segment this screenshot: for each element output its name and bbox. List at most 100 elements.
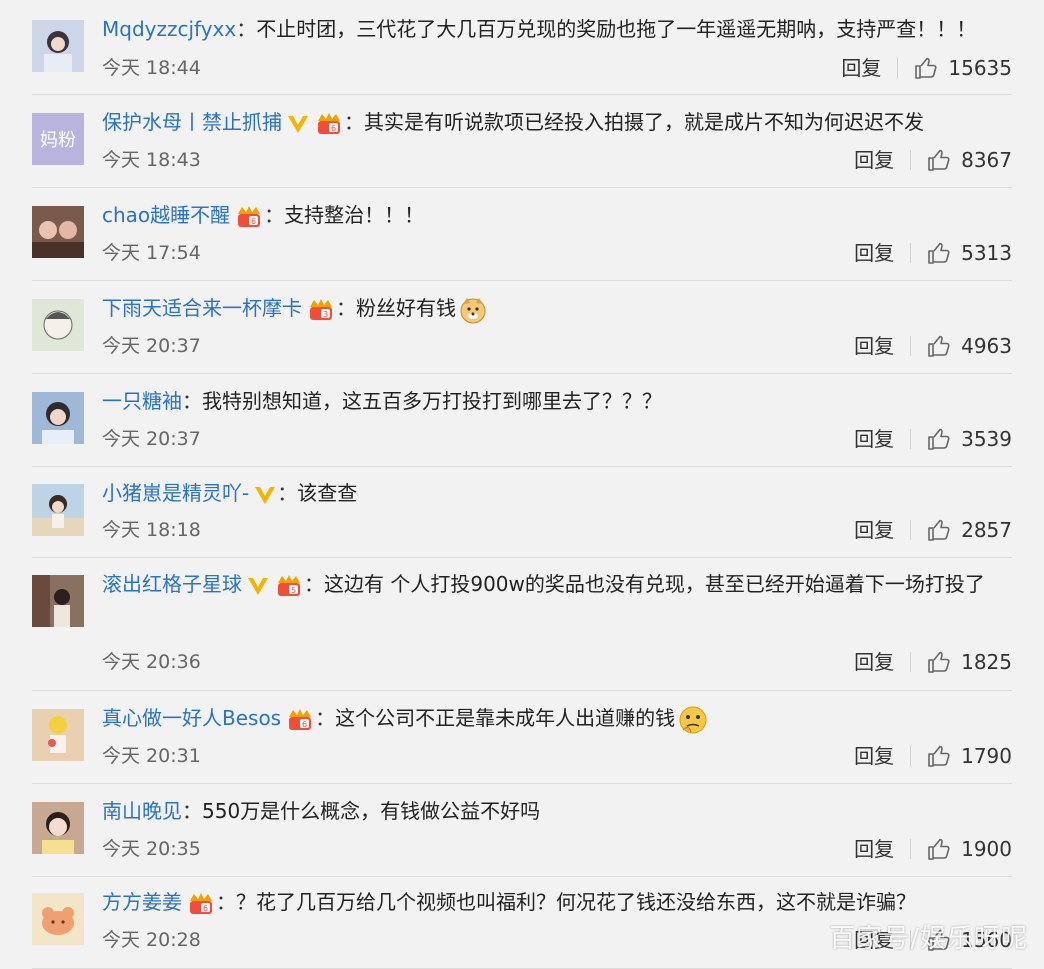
reply-button[interactable]: 回复 [854,424,894,454]
thumbs-up-icon [928,242,950,264]
comment-username[interactable]: 真心做一好人Besos [102,706,281,730]
divider [910,150,912,170]
comment-line: 南山晚见：550万是什么概念，有钱做公益不好吗 [102,799,541,823]
reply-button[interactable]: 回复 [841,53,881,83]
comment-line: 小猪崽是精灵吖- ：该查查 [102,481,358,506]
divider [910,746,912,766]
comment-username[interactable]: 一只糖袖 [102,389,182,413]
comment-meta: 今天 17:54 回复 5313 [102,238,1012,268]
like-button[interactable]: 1825 [927,647,1012,677]
reply-button[interactable]: 回复 [854,145,894,175]
comment-line: Mqdyzzcjfyxx：不止时团，三代花了大几百万兑现的奖励也拖了一年遥遥无期… [102,17,977,41]
thumbs-up-icon [928,838,950,860]
comment-item: Mqdyzzcjfyxx：不止时团，三代花了大几百万兑现的奖励也拖了一年遥遥无期… [32,0,1012,95]
comment-meta: 今天 20:37 回复 4963 [102,331,1012,361]
svg-text:5: 5 [291,586,296,595]
comment-username[interactable]: 小猪崽是精灵吖- [102,481,249,505]
comment-username[interactable]: Mqdyzzcjfyxx [102,17,236,41]
comment-line: chao越睡不醒 6 ：支持整治！！！ [102,196,1012,234]
avatar[interactable] [32,575,84,627]
comment-text: 其实是有听说款项已经投入拍摄了，就是成片不知为何迟迟不发 [364,110,924,134]
comment-meta: 今天 20:35 回复 1900 [102,834,1012,864]
reply-button[interactable]: 回复 [854,238,894,268]
svg-text:妈粉: 妈粉 [40,130,76,151]
thumbs-up-icon [928,428,950,450]
comment-time: 今天 18:43 [102,149,201,171]
like-button[interactable]: 8367 [927,145,1012,175]
comment-item: 妈粉 保护水母丨禁止抓捕 6 ：其实是有听说款项已经投入拍摄了，就是成片不知为何迟迟… [32,95,1012,188]
comment-text: 粉丝好有钱 [356,296,456,320]
svg-text:6: 6 [302,720,307,729]
comment-username[interactable]: 南山晚见 [102,799,182,823]
like-count: 2857 [961,518,1012,542]
avatar[interactable] [32,484,84,536]
avatar[interactable] [32,893,84,945]
comment-username[interactable]: 下雨天适合来一杯摩卡 [102,296,302,320]
comment-username[interactable]: 滚出红格子星球 [102,572,242,596]
thumbs-up-icon [928,149,950,171]
comment-time: 今天 18:18 [102,519,201,541]
divider [897,58,899,78]
comment-time: 今天 20:28 [102,929,201,951]
comment-username[interactable]: 方方姜姜 [102,890,182,914]
divider [910,839,912,859]
divider [910,520,912,540]
comment-meta: 今天 18:18 回复 2857 [102,515,1012,545]
divider [910,652,912,672]
like-button[interactable]: 3539 [927,424,1012,454]
thumbs-up-icon [928,651,950,673]
like-button[interactable]: 1790 [927,741,1012,771]
like-button[interactable]: 2857 [927,515,1012,545]
thumbs-up-icon [928,335,950,357]
comment-line: 保护水母丨禁止抓捕 6 ：其实是有听说款项已经投入拍摄了，就是成片不知为何迟迟不发 [102,103,1012,141]
verified-v-icon [253,484,277,506]
divider [910,336,912,356]
thumbs-up-icon [915,57,937,79]
thumbs-up-icon [928,519,950,541]
comment-meta: 今天 20:37 回复 3539 [102,424,1012,454]
fan-level-badge-icon: 6 [285,707,315,733]
avatar[interactable] [32,709,84,761]
reply-button[interactable]: 回复 [854,515,894,545]
avatar[interactable] [32,20,84,72]
comment-item: 滚出红格子星球 5 ：这边有 个人打投900w的奖品也没有兑现，甚至已经开始逼着下一… [32,558,1012,691]
like-button[interactable]: 15635 [914,53,1012,83]
reply-button[interactable]: 回复 [854,331,894,361]
comment-item: 下雨天适合来一杯摩卡 3 ：粉丝好有钱 今天 20:37 回复 4963 [32,281,1012,374]
avatar[interactable] [32,206,84,258]
comment-time: 今天 18:44 [102,57,201,79]
fan-level-badge-icon: 5 [274,573,304,599]
comment-text: 这个公司不正是靠未成年人出道赚的钱 [335,706,676,730]
svg-text:6: 6 [203,904,208,913]
comment-text: 支持整治！！！ [284,203,425,227]
reply-button[interactable]: 回复 [854,647,894,677]
like-button[interactable]: 1900 [927,834,1012,864]
svg-text:3: 3 [323,310,328,319]
comment-meta: 今天 18:43 回复 8367 [102,145,1012,175]
comment-text: ？花了几百万给几个视频也叫福利？何况花了钱还没给东西，这不就是诈骗？ [236,890,916,914]
doge-emoji-icon [458,295,488,325]
comment-text: 550万是什么概念，有钱做公益不好吗 [202,799,541,823]
comment-text: 不止时团，三代花了大几百万兑现的奖励也拖了一年遥遥无期呐，支持严查！！！ [256,17,977,41]
avatar[interactable] [32,802,84,854]
avatar[interactable] [32,299,84,351]
like-button[interactable]: 5313 [927,238,1012,268]
comment-time: 今天 20:31 [102,745,201,767]
reply-button[interactable]: 回复 [854,741,894,771]
reply-button[interactable]: 回复 [854,834,894,864]
comment-line: 下雨天适合来一杯摩卡 3 ：粉丝好有钱 [102,289,1012,327]
avatar[interactable]: 妈粉 [32,113,84,165]
like-count: 15635 [948,56,1012,80]
comment-line: 方方姜姜 6 ：？花了几百万给几个视频也叫福利？何况花了钱还没给东西，这不就是诈骗？ [102,883,1012,921]
comment-username[interactable]: 保护水母丨禁止抓捕 [102,110,282,134]
comment-item: chao越睡不醒 6 ：支持整治！！！ 今天 17:54 回复 5313 [32,188,1012,281]
comment-meta: 今天 20:36 回复 1825 [102,647,1012,677]
comment-username[interactable]: chao越睡不醒 [102,203,230,227]
like-button[interactable]: 4963 [927,331,1012,361]
svg-text:6: 6 [331,124,336,133]
avatar[interactable] [32,392,84,444]
like-count: 1790 [961,744,1012,768]
svg-text:6: 6 [251,217,256,226]
fan-level-badge-icon: 3 [306,297,336,323]
verified-v-icon [286,113,310,135]
